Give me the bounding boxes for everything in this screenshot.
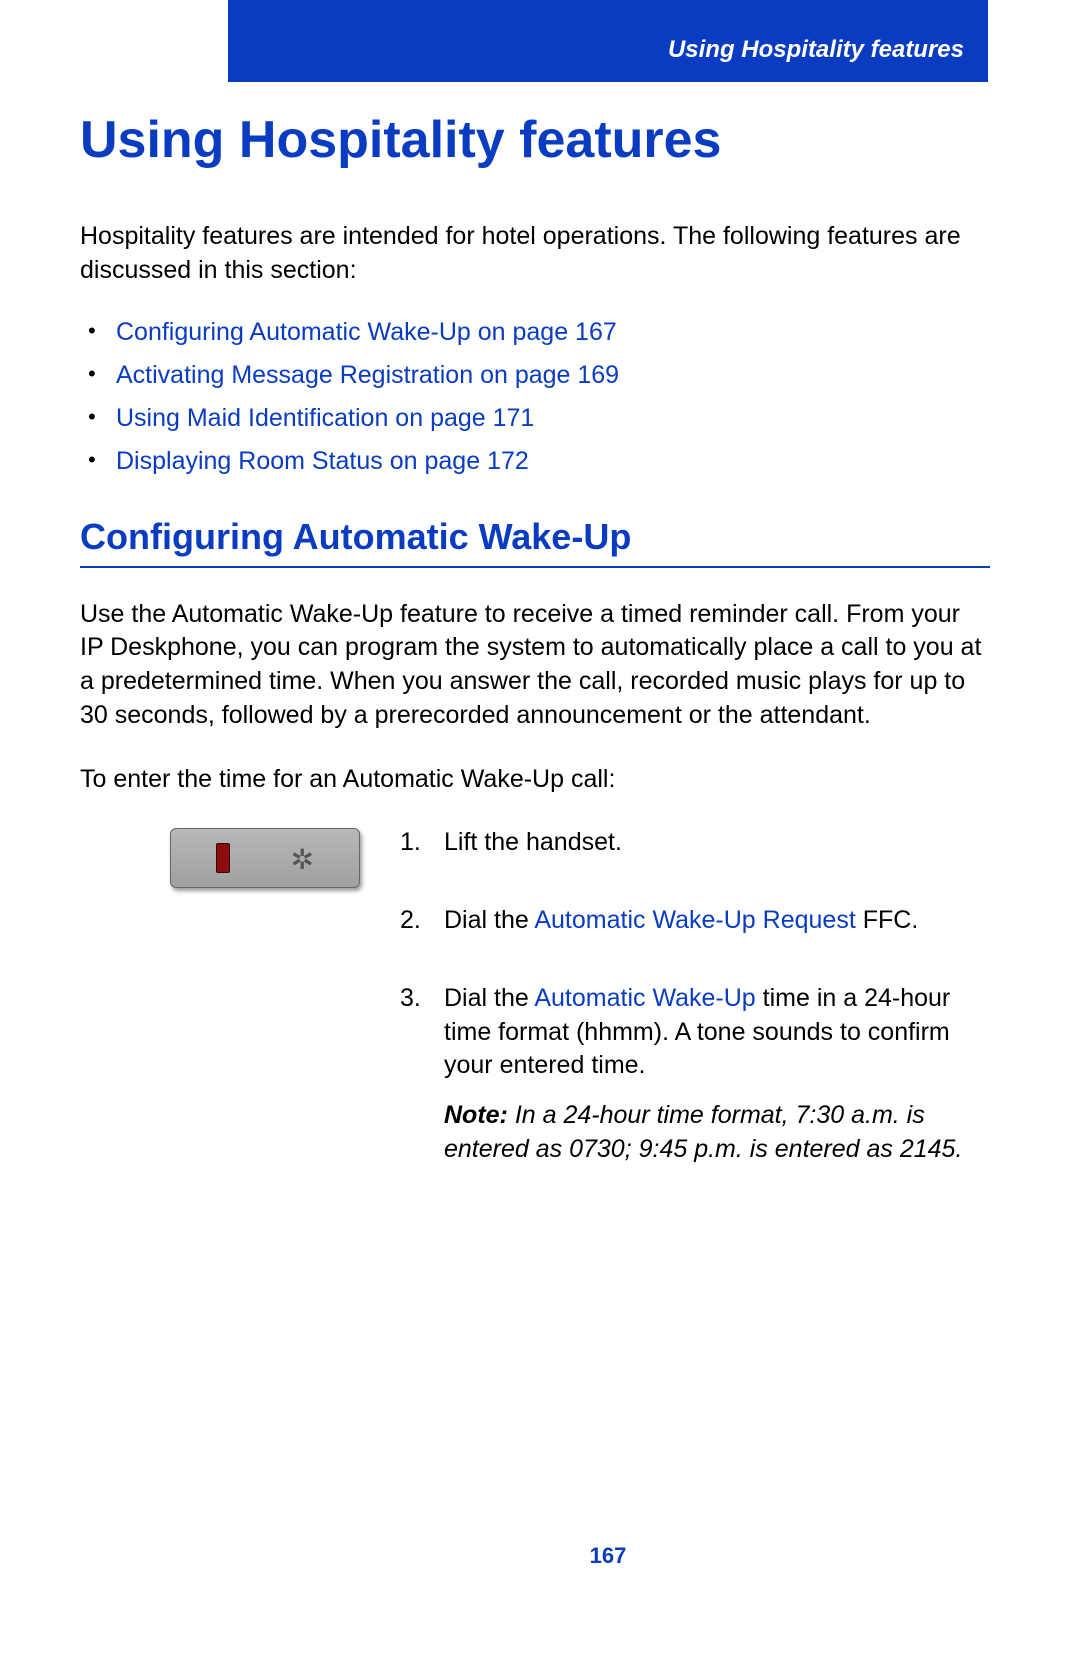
page-number: 167: [590, 1543, 627, 1568]
toc-item[interactable]: Configuring Automatic Wake-Up on page 16…: [80, 318, 990, 347]
step-text-pre: Dial the: [444, 906, 534, 934]
step-item: 1. Lift the handset.: [400, 826, 990, 860]
step-link[interactable]: Automatic Wake-Up: [534, 984, 762, 1012]
led-indicator-icon: [216, 843, 230, 873]
step-text-pre: Dial the: [444, 984, 534, 1012]
toc-list: Configuring Automatic Wake-Up on page 16…: [80, 318, 990, 476]
step-text-post: FFC.: [856, 906, 919, 934]
steps-list: 1. Lift the handset. 2. Dial the Automat…: [400, 826, 990, 1210]
step-note: Note: In a 24-hour time format, 7:30 a.m…: [444, 1099, 990, 1167]
section-heading: Configuring Automatic Wake-Up: [80, 516, 990, 568]
toc-item[interactable]: Activating Message Registration on page …: [80, 361, 990, 390]
page-content: Using Hospitality features Hospitality f…: [80, 110, 990, 1211]
step-text: Lift the handset.: [444, 828, 622, 856]
step-number: 1.: [400, 826, 421, 860]
step-link[interactable]: Automatic Wake-Up Request: [534, 906, 855, 934]
steps-container: ✲ 1. Lift the handset. 2. Dial the Autom…: [80, 826, 990, 1210]
step-number: 3.: [400, 982, 421, 1016]
header-bar: Using Hospitality features: [228, 0, 988, 82]
gear-icon: ✲: [291, 846, 315, 870]
intro-paragraph: Hospitality features are intended for ho…: [80, 220, 990, 288]
header-section-name: Using Hospitality features: [668, 36, 964, 64]
toc-item[interactable]: Using Maid Identification on page 171: [80, 404, 990, 433]
toc-item[interactable]: Displaying Room Status on page 172: [80, 447, 990, 476]
step-item: 2. Dial the Automatic Wake-Up Request FF…: [400, 904, 990, 938]
page-footer: 167: [228, 1543, 988, 1569]
section-paragraph: Use the Automatic Wake-Up feature to rec…: [80, 598, 990, 733]
note-label: Note:: [444, 1101, 508, 1129]
page-title: Using Hospitality features: [80, 110, 990, 170]
step-item: 3. Dial the Automatic Wake-Up time in a …: [400, 982, 990, 1167]
section-instruction: To enter the time for an Automatic Wake-…: [80, 763, 990, 797]
phone-button-image: ✲: [170, 828, 360, 888]
step-number: 2.: [400, 904, 421, 938]
note-body: In a 24-hour time format, 7:30 a.m. is e…: [444, 1101, 962, 1163]
